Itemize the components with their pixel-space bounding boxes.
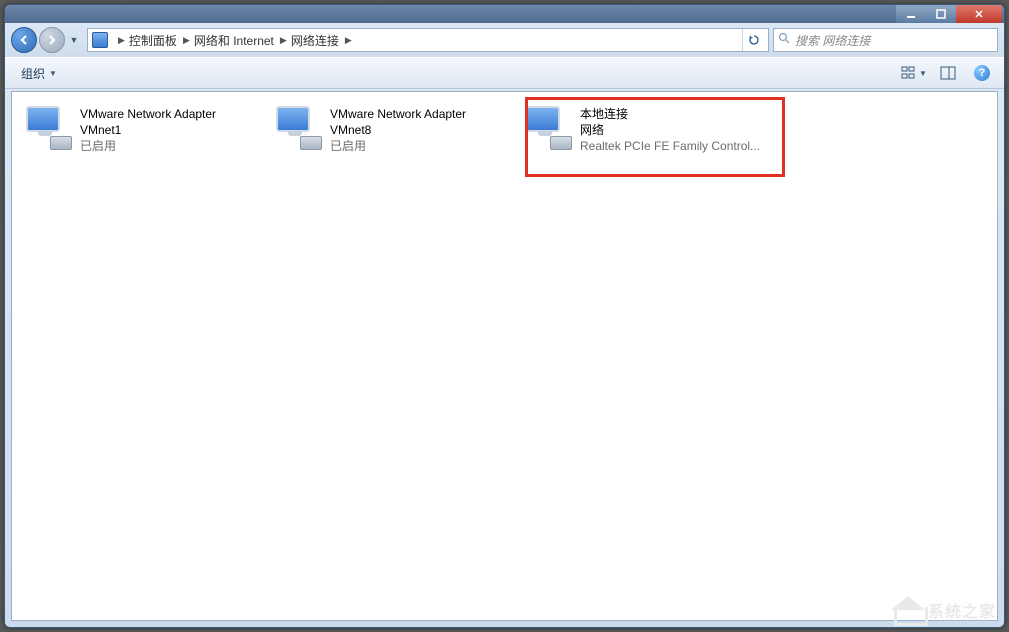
network-adapter-item-local[interactable]: 本地连接 网络 Realtek PCIe FE Family Control..… [518,102,768,162]
maximize-icon [936,9,946,19]
view-icon [901,66,917,80]
item-name: 本地连接 [580,106,760,122]
breadcrumb-network-internet[interactable]: 网络和 Internet [194,32,274,49]
close-button[interactable] [956,5,1002,23]
forward-button[interactable] [39,27,65,53]
view-options-button[interactable]: ▼ [900,62,928,84]
explorer-window: ▼ ▶ 控制面板 ▶ 网络和 Internet ▶ 网络连接 ▶ 搜索 网络连接… [4,4,1005,628]
nav-history-dropdown[interactable]: ▼ [67,35,81,45]
search-placeholder: 搜索 网络连接 [795,32,870,49]
titlebar [5,5,1004,23]
location-icon [92,32,108,48]
network-adapter-icon [274,106,322,150]
chevron-down-icon: ▼ [49,69,57,78]
chevron-down-icon: ▼ [919,69,927,78]
arrow-left-icon [18,34,30,46]
item-name-2: VMnet8 [330,122,466,138]
arrow-right-icon [46,34,58,46]
breadcrumb-control-panel[interactable]: 控制面板 [129,32,177,49]
preview-pane-icon [940,66,956,80]
chevron-right-icon: ▶ [345,35,352,46]
item-network: 网络 [580,122,760,138]
chevron-right-icon: ▶ [280,35,287,46]
organize-label: 组织 [21,65,45,82]
minimize-icon [906,9,916,19]
search-box[interactable]: 搜索 网络连接 [773,28,998,52]
refresh-icon [748,34,760,46]
back-button[interactable] [11,27,37,53]
item-status: 已启用 [330,138,466,154]
network-adapter-icon [24,106,72,150]
address-bar[interactable]: ▶ 控制面板 ▶ 网络和 Internet ▶ 网络连接 ▶ [87,28,769,52]
organize-menu[interactable]: 组织 ▼ [13,61,65,86]
minimize-button[interactable] [896,5,926,23]
content-area[interactable]: VMware Network Adapter VMnet1 已启用 VMware… [11,91,998,621]
nav-row: ▼ ▶ 控制面板 ▶ 网络和 Internet ▶ 网络连接 ▶ 搜索 网络连接 [5,23,1004,57]
network-adapter-item[interactable]: VMware Network Adapter VMnet8 已启用 [268,102,518,162]
help-icon: ? [974,65,990,81]
breadcrumb-network-connections[interactable]: 网络连接 [291,32,339,49]
chevron-right-icon: ▶ [118,35,125,46]
items-container: VMware Network Adapter VMnet1 已启用 VMware… [12,92,997,172]
maximize-button[interactable] [926,5,956,23]
refresh-button[interactable] [742,29,764,51]
toolbar: 组织 ▼ ▼ ? [5,57,1004,89]
close-icon [974,9,984,19]
item-name: VMware Network Adapter [80,106,216,122]
item-device: Realtek PCIe FE Family Control... [580,138,760,154]
chevron-right-icon: ▶ [183,35,190,46]
item-name-2: VMnet1 [80,122,216,138]
help-button[interactable]: ? [968,62,996,84]
item-name: VMware Network Adapter [330,106,466,122]
network-adapter-item[interactable]: VMware Network Adapter VMnet1 已启用 [18,102,268,162]
item-status: 已启用 [80,138,216,154]
search-icon [778,32,791,48]
network-adapter-icon [524,106,572,150]
preview-pane-button[interactable] [934,62,962,84]
